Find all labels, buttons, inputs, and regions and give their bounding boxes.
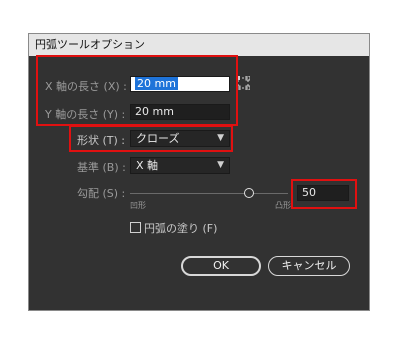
arc-tool-options-dialog: 円弧ツールオプション X 軸の長さ (X) : 20 mm Y 軸の長さ (Y)… <box>28 33 370 311</box>
fill-arc-label: 円弧の塗り (F) <box>144 222 218 235</box>
highlight-box-shape <box>69 125 233 152</box>
slope-label: 勾配 (S) : <box>77 187 126 200</box>
slope-min-label: 凹形 <box>130 201 146 210</box>
dialog-title: 円弧ツールオプション <box>29 34 369 56</box>
base-label: 基準 (B) : <box>77 161 126 174</box>
cancel-button[interactable]: キャンセル <box>268 256 350 276</box>
chevron-down-icon: ▼ <box>217 160 224 170</box>
base-select-value: X 軸 <box>136 159 159 172</box>
slope-max-label: 凸形 <box>275 201 291 210</box>
highlight-box-slope <box>291 179 357 209</box>
highlight-box-lengths <box>36 55 238 126</box>
fill-arc-checkbox[interactable] <box>130 222 141 233</box>
base-select[interactable]: X 軸 ▼ <box>130 157 230 174</box>
reference-point-icon[interactable] <box>236 76 250 90</box>
slope-slider-track[interactable] <box>130 193 288 194</box>
slope-slider-thumb[interactable] <box>243 188 254 198</box>
ok-button[interactable]: OK <box>181 256 261 276</box>
